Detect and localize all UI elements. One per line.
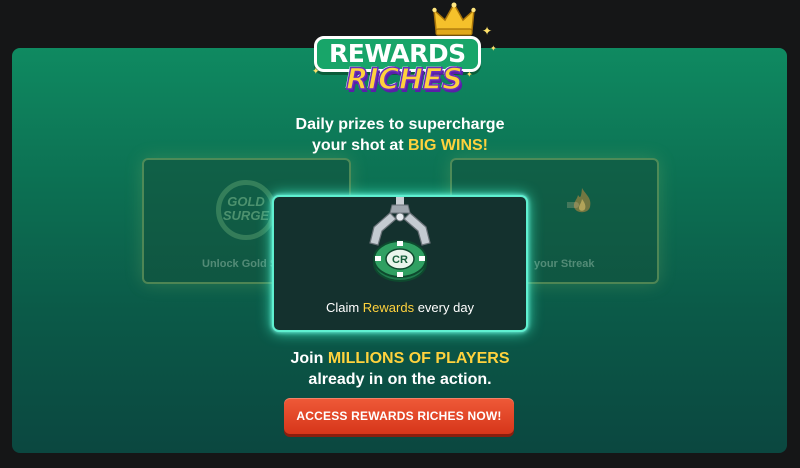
caption-suffix: every day: [414, 300, 475, 315]
tagline-line1: Daily prizes to supercharge: [295, 116, 505, 133]
tagline-highlight: BIG WINS!: [408, 137, 488, 154]
join-line2: already in on the action.: [308, 371, 492, 388]
claw-chip-icon: CR: [369, 197, 431, 282]
join-highlight: MILLIONS OF PLAYERS: [327, 350, 510, 367]
tagline-line2: your shot at BIG WINS!: [250, 135, 550, 156]
gold-surge-label: Unlock Gold S: [202, 258, 278, 270]
badge-line1: GOLD: [227, 194, 265, 209]
access-rewards-button[interactable]: ACCESS REWARDS RICHES NOW!: [284, 398, 514, 434]
tagline-line2-prefix: your shot at: [311, 137, 408, 154]
sparkle-icon: ✦: [482, 24, 493, 38]
chip-text: CR: [392, 254, 408, 266]
join-line1: Join MILLIONS OF PLAYERS: [230, 348, 570, 369]
caption-prefix: Claim: [325, 300, 363, 315]
join-message: Join MILLIONS OF PLAYERS already in on t…: [230, 348, 570, 390]
flame-icon: [567, 188, 591, 213]
caption-highlight: Rewards: [362, 300, 415, 315]
join-prefix: Join: [290, 350, 328, 367]
claim-rewards-caption: Claim Rewards every day: [274, 300, 526, 315]
crown-icon: [432, 2, 476, 36]
tagline: Daily prizes to supercharge your shot at…: [250, 114, 550, 156]
badge-line2: SURGE: [222, 208, 270, 223]
gold-surge-badge-icon: GOLD SURGE: [216, 180, 276, 240]
claim-rewards-card[interactable]: CR Claim Rewards every day: [272, 195, 528, 332]
streak-label: your Streak: [534, 258, 595, 270]
